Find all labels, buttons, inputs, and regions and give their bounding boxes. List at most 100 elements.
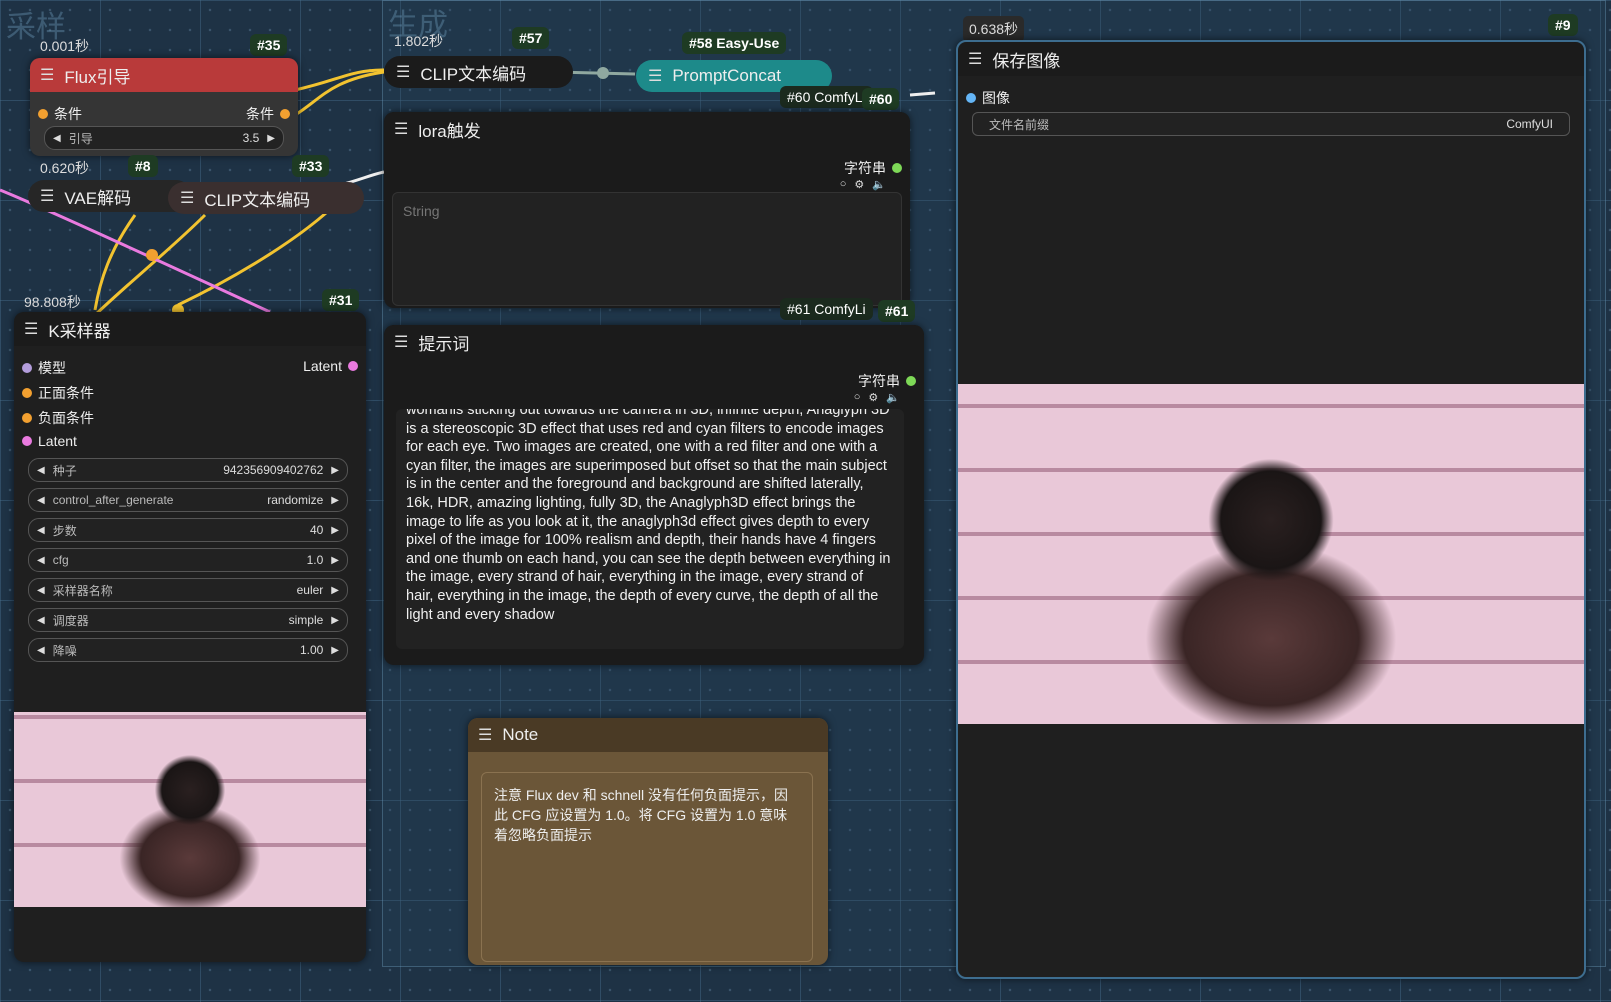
slot-label: 条件	[246, 106, 274, 122]
widget-label: 引导	[68, 131, 93, 146]
flux-guide-header[interactable]: ☰ Flux引导	[30, 58, 298, 92]
menu-icon[interactable]: ☰	[478, 725, 492, 745]
widget-value: simple	[288, 613, 324, 627]
decrement-arrow-icon[interactable]: ◀	[37, 525, 45, 536]
guidance-widget[interactable]: ◀ 引导 3.5 ▶	[44, 126, 284, 150]
lora-header[interactable]: ☰ lora触发	[384, 112, 910, 146]
ksampler-header[interactable]: ☰ K采样器	[14, 312, 366, 346]
slot-label: 负面条件	[38, 410, 94, 426]
scheduler-widget[interactable]: ◀ 调度器 simple ▶	[28, 608, 348, 632]
ref61-label[interactable]: #61 ComfyLi	[780, 298, 873, 320]
prompt-header[interactable]: ☰ 提示词	[384, 325, 924, 359]
save-id-badge: #9	[1548, 14, 1578, 36]
increment-arrow-icon[interactable]: ▶	[331, 645, 339, 656]
ref60-id-badge: #60	[862, 88, 900, 110]
note-node[interactable]: ☰ Note 注意 Flux dev 和 schnell 没有任何负面提示，因此…	[468, 718, 828, 965]
decrement-arrow-icon[interactable]: ◀	[37, 555, 45, 566]
sampler-name-widget[interactable]: ◀ 采样器名称 euler ▶	[28, 578, 348, 602]
input-dot-icon	[966, 93, 976, 103]
prompt-toolbar: ○ ⚙ 🔈	[854, 391, 900, 404]
speaker-icon[interactable]: 🔈	[886, 391, 900, 404]
save-header[interactable]: ☰ 保存图像	[958, 42, 1584, 76]
ref60-label[interactable]: #60 ComfyLi	[780, 86, 873, 108]
decrement-arrow-icon[interactable]: ◀	[37, 615, 45, 626]
saved-photo	[958, 384, 1584, 724]
widget-label: 种子	[52, 463, 77, 478]
clip57-title: CLIP文本编码	[420, 64, 527, 84]
menu-icon[interactable]: ☰	[24, 319, 38, 339]
ksampler-input-negative[interactable]: 负面条件	[22, 408, 94, 428]
vae-id-badge: #8	[128, 155, 158, 177]
increment-arrow-icon[interactable]: ▶	[331, 555, 339, 566]
flux-timer: 0.001秒	[40, 38, 90, 54]
increment-arrow-icon[interactable]: ▶	[331, 495, 339, 506]
lora-trigger-node[interactable]: ☰ lora触发 字符串 ○ ⚙ 🔈	[384, 112, 910, 308]
ksampler-id-badge: #31	[322, 289, 360, 311]
decrement-arrow-icon[interactable]: ◀	[37, 645, 45, 656]
gear-icon[interactable]: ⚙	[868, 391, 878, 404]
menu-icon[interactable]: ☰	[40, 65, 54, 85]
ksampler-node[interactable]: ☰ K采样器 模型 Latent 正面条件 负面条件 Latent ◀ 种子 942…	[14, 312, 366, 962]
denoise-widget[interactable]: ◀ 降噪 1.00 ▶	[28, 638, 348, 662]
save-image-node[interactable]: ☰ 保存图像 图像 文件名前缀 ComfyUI	[956, 40, 1586, 979]
widget-label: control_after_generate	[52, 493, 174, 507]
speaker-icon[interactable]: 🔈	[872, 178, 886, 191]
prompt-output-string[interactable]: 字符串	[858, 371, 916, 391]
menu-icon[interactable]: ☰	[648, 66, 662, 86]
note-header[interactable]: ☰ Note	[468, 718, 828, 752]
ksampler-input-model[interactable]: 模型	[22, 358, 66, 378]
lora-output-string[interactable]: 字符串	[844, 158, 902, 178]
increment-arrow-icon[interactable]: ▶	[331, 615, 339, 626]
preview-photo	[14, 712, 366, 907]
menu-icon[interactable]: ☰	[394, 119, 408, 139]
seed-widget[interactable]: ◀ 种子 942356909402762 ▶	[28, 458, 348, 482]
input-dot-icon	[22, 436, 32, 446]
decrement-arrow-icon[interactable]: ◀	[53, 133, 61, 144]
steps-widget[interactable]: ◀ 步数 40 ▶	[28, 518, 348, 542]
slot-label: 字符串	[858, 373, 900, 389]
cfg-widget[interactable]: ◀ cfg 1.0 ▶	[28, 548, 348, 572]
increment-arrow-icon[interactable]: ▶	[331, 585, 339, 596]
flux-guide-node[interactable]: ☰ Flux引导 条件 条件 ◀ 引导 3.5 ▶	[30, 58, 298, 156]
increment-arrow-icon[interactable]: ▶	[331, 525, 339, 536]
clip57-timer: 1.802秒	[394, 33, 444, 49]
widget-label: 步数	[52, 523, 77, 538]
gear-icon[interactable]: ⚙	[854, 178, 864, 191]
ksampler-input-positive[interactable]: 正面条件	[22, 383, 94, 403]
increment-arrow-icon[interactable]: ▶	[267, 133, 275, 144]
decrement-arrow-icon[interactable]: ◀	[37, 465, 45, 476]
menu-icon[interactable]: ☰	[396, 62, 410, 82]
lora-text-input[interactable]	[392, 192, 902, 306]
output-dot-icon	[906, 376, 916, 386]
circle-icon[interactable]: ○	[840, 178, 847, 191]
filename-prefix-widget[interactable]: 文件名前缀 ComfyUI	[972, 112, 1570, 136]
ksampler-output-latent[interactable]: Latent	[303, 358, 358, 374]
prompt-concat-title: PromptConcat	[672, 66, 782, 85]
control-after-generate-widget[interactable]: ◀ control_after_generate randomize ▶	[28, 488, 348, 512]
output-dot-icon	[348, 361, 358, 371]
save-input-image[interactable]: 图像	[966, 88, 1010, 108]
note-text: 注意 Flux dev 和 schnell 没有任何负面提示，因此 CFG 应设…	[494, 787, 789, 843]
menu-icon[interactable]: ☰	[968, 49, 982, 69]
increment-arrow-icon[interactable]: ▶	[331, 465, 339, 476]
menu-icon[interactable]: ☰	[40, 186, 54, 206]
widget-value: ComfyUI	[1506, 117, 1553, 131]
clip57-node[interactable]: ☰ CLIP文本编码	[384, 56, 573, 88]
widget-value: euler	[296, 583, 324, 597]
decrement-arrow-icon[interactable]: ◀	[37, 585, 45, 596]
decrement-arrow-icon[interactable]: ◀	[37, 495, 45, 506]
prompt-text-area[interactable]: womanis sticking out towards the camera …	[396, 409, 904, 649]
slot-label: 正面条件	[38, 385, 94, 401]
circle-icon[interactable]: ○	[854, 391, 861, 404]
menu-icon[interactable]: ☰	[180, 188, 194, 208]
ksampler-preview-image	[14, 712, 366, 907]
note-text-area[interactable]: 注意 Flux dev 和 schnell 没有任何负面提示，因此 CFG 应设…	[481, 772, 813, 962]
prompt-node[interactable]: ☰ 提示词 字符串 ○ ⚙ 🔈 womanis sticking out towar…	[384, 325, 924, 665]
widget-value: 942356909402762	[223, 463, 324, 477]
ksampler-input-latent[interactable]: Latent	[22, 433, 77, 449]
clip33-node[interactable]: ☰ CLIP文本编码	[168, 182, 364, 214]
flux-output-conditioning[interactable]: 条件	[246, 104, 290, 124]
flux-input-conditioning[interactable]: 条件	[38, 104, 82, 124]
clip33-id-badge: #33	[292, 155, 330, 177]
menu-icon[interactable]: ☰	[394, 332, 408, 352]
